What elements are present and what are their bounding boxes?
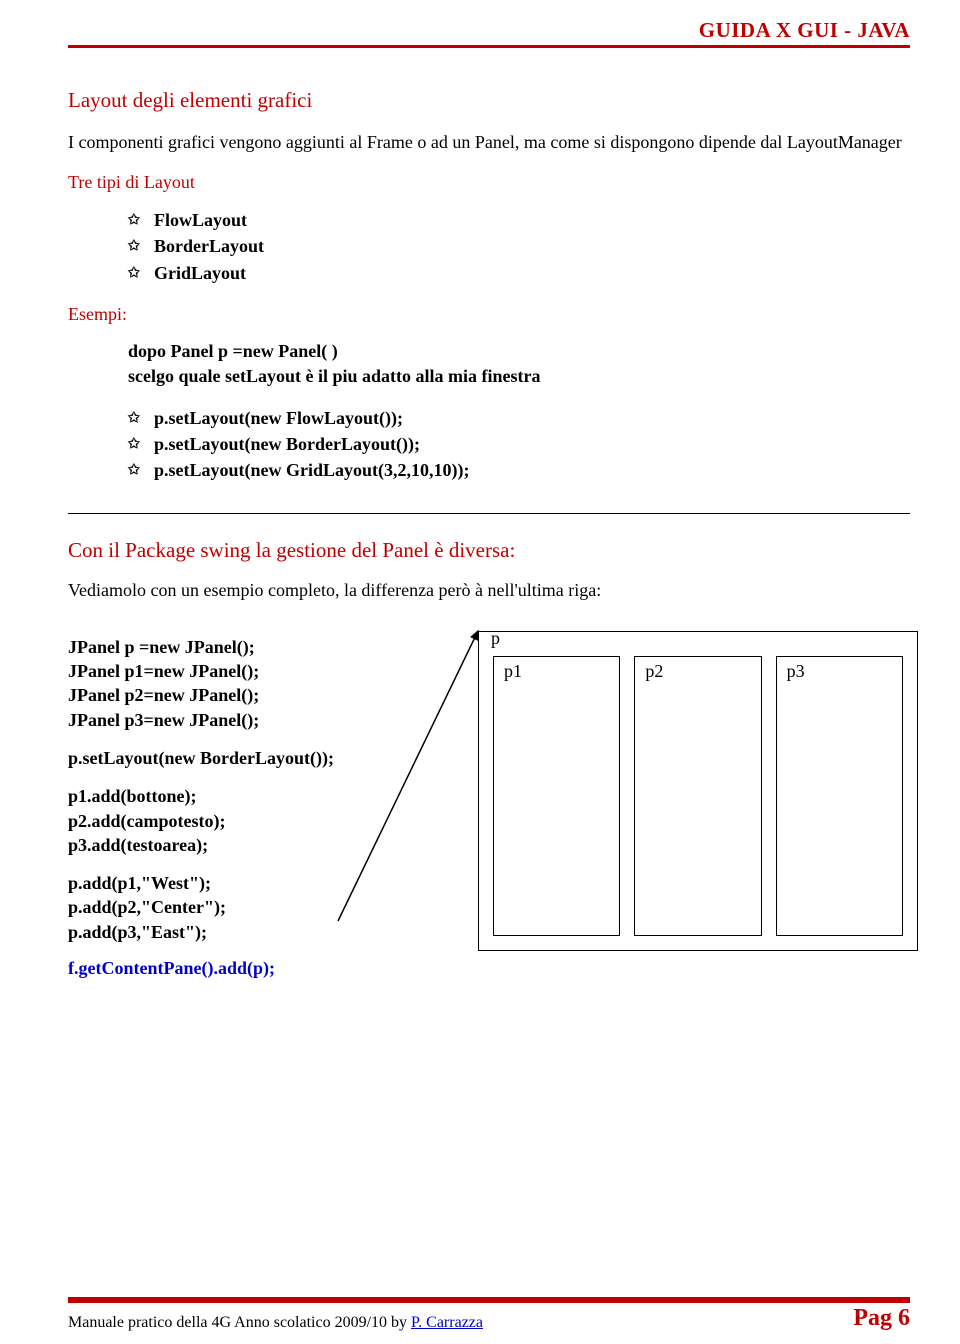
subheading-esempi: Esempi: (68, 304, 910, 325)
code-block-1: JPanel p =new JPanel(); JPanel p1=new JP… (68, 635, 448, 732)
footer-text: Manuale pratico della 4G Anno scolatico … (68, 1314, 483, 1332)
subheading-tre-tipi: Tre tipi di Layout (68, 172, 910, 193)
panel-diagram: p p1 p2 p3 (448, 621, 918, 951)
star-icon: ✩ (128, 461, 140, 481)
list-item: ✩p.setLayout(new BorderLayout()); (128, 431, 910, 457)
divider (68, 513, 910, 514)
header-title: GUIDA X GUI - JAVA (699, 18, 910, 42)
inner-panel-p3: p3 (776, 656, 903, 936)
author-link[interactable]: P. Carrazza (411, 1314, 483, 1331)
label-p: p (491, 628, 500, 649)
star-icon: ✩ (128, 211, 140, 231)
code-block-add: p1.add(bottone); p2.add(campotesto); p3.… (68, 784, 448, 857)
footer: Manuale pratico della 4G Anno scolatico … (0, 1297, 960, 1344)
swing-heading: Con il Package swing la gestione del Pan… (68, 538, 910, 563)
code-final: f.getContentPane().add(p); (68, 958, 448, 979)
esempi-list: ✩p.setLayout(new FlowLayout()); ✩p.setLa… (128, 405, 910, 483)
code-block-padd: p.add(p1,"West"); p.add(p2,"Center"); p.… (68, 871, 448, 944)
code-line-setlayout: p.setLayout(new BorderLayout()); (68, 746, 448, 770)
star-icon: ✩ (128, 409, 140, 429)
outer-panel-box: p p1 p2 p3 (478, 631, 918, 951)
page-number: Pag 6 (853, 1305, 910, 1332)
star-icon: ✩ (128, 237, 140, 257)
swing-intro: Vediamolo con un esempio completo, la di… (68, 579, 910, 602)
inner-panel-p1: p1 (493, 656, 620, 936)
inner-panel-p2: p2 (634, 656, 761, 936)
header-bar: GUIDA X GUI - JAVA (68, 18, 910, 48)
list-item: ✩BorderLayout (128, 233, 910, 259)
list-item: ✩p.setLayout(new GridLayout(3,2,10,10)); (128, 457, 910, 483)
layout-types-list: ✩FlowLayout ✩BorderLayout ✩GridLayout (128, 207, 910, 285)
star-icon: ✩ (128, 264, 140, 284)
footer-bar (68, 1297, 910, 1303)
intro-paragraph: I componenti grafici vengono aggiunti al… (68, 131, 910, 154)
list-item: ✩FlowLayout (128, 207, 910, 233)
section-heading-layout: Layout degli elementi grafici (68, 88, 910, 113)
list-item: ✩GridLayout (128, 260, 910, 286)
esempi-intro: dopo Panel p =new Panel( ) scelgo quale … (128, 339, 910, 389)
star-icon: ✩ (128, 435, 140, 455)
list-item: ✩p.setLayout(new FlowLayout()); (128, 405, 910, 431)
